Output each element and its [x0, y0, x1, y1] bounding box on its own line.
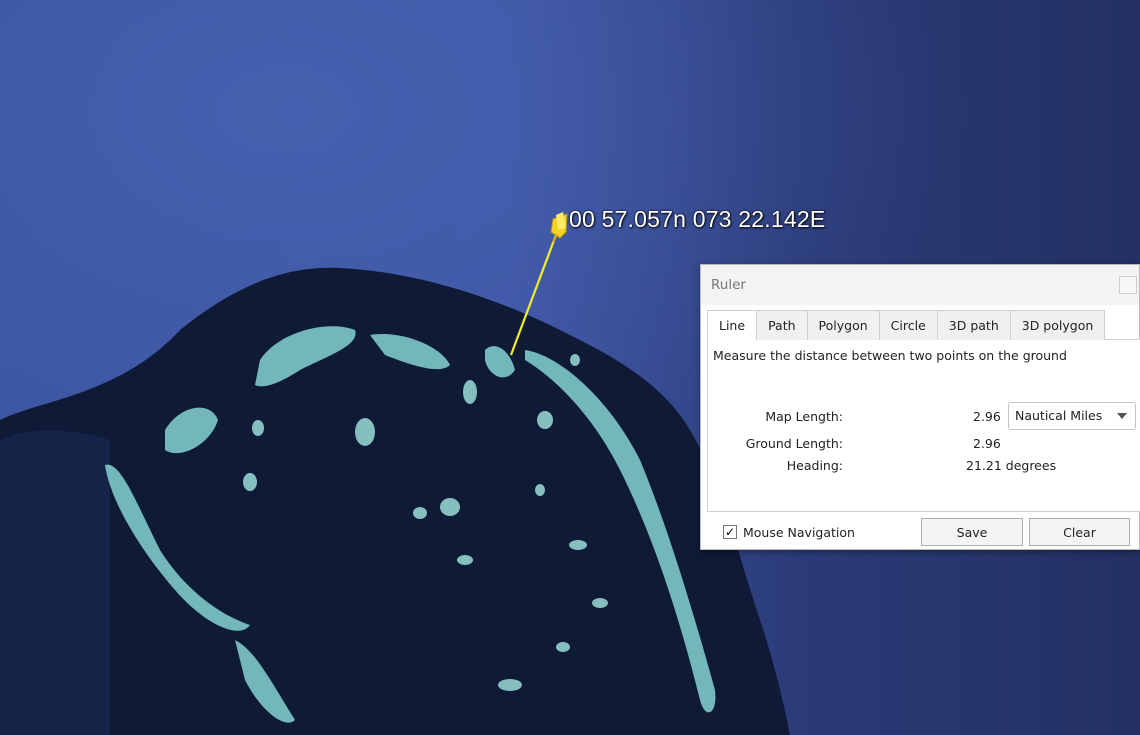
chevron-down-icon: [1117, 413, 1127, 419]
ground-length-value: 2.96: [973, 436, 1001, 451]
close-icon[interactable]: [1119, 276, 1137, 294]
mouse-navigation-label[interactable]: Mouse Navigation: [743, 525, 855, 540]
placemark-label[interactable]: 00 57.057n 073 22.142E: [569, 206, 825, 233]
ruler-dialog: Ruler Line Path Polygon Circle 3D path 3…: [700, 264, 1140, 550]
tab-line[interactable]: Line: [707, 310, 758, 341]
map-length-label: Map Length:: [765, 409, 843, 424]
save-button[interactable]: Save: [921, 518, 1023, 546]
heading-value: 21.21 degrees: [966, 458, 1057, 473]
tab-bar: Line Path Polygon Circle 3D path 3D poly…: [707, 310, 1140, 341]
units-dropdown[interactable]: Nautical Miles: [1008, 402, 1136, 430]
heading-label: Heading:: [786, 458, 843, 473]
tab-circle[interactable]: Circle: [878, 310, 938, 340]
tab-3d-polygon[interactable]: 3D polygon: [1009, 310, 1106, 340]
measure-description: Measure the distance between two points …: [713, 348, 1067, 363]
tab-3d-path[interactable]: 3D path: [936, 310, 1011, 340]
units-selected-value: Nautical Miles: [1015, 408, 1103, 423]
tab-polygon[interactable]: Polygon: [806, 310, 880, 340]
line-tab-panel: Measure the distance between two points …: [707, 340, 1140, 512]
tab-path[interactable]: Path: [756, 310, 808, 340]
ground-length-label: Ground Length:: [745, 436, 843, 451]
dialog-title: Ruler: [701, 265, 1139, 305]
dialog-footer: ✓ Mouse Navigation Save Clear: [701, 515, 1139, 551]
mouse-navigation-checkbox[interactable]: ✓: [723, 525, 737, 539]
map-length-value: 2.96: [973, 409, 1001, 424]
clear-button[interactable]: Clear: [1029, 518, 1130, 546]
